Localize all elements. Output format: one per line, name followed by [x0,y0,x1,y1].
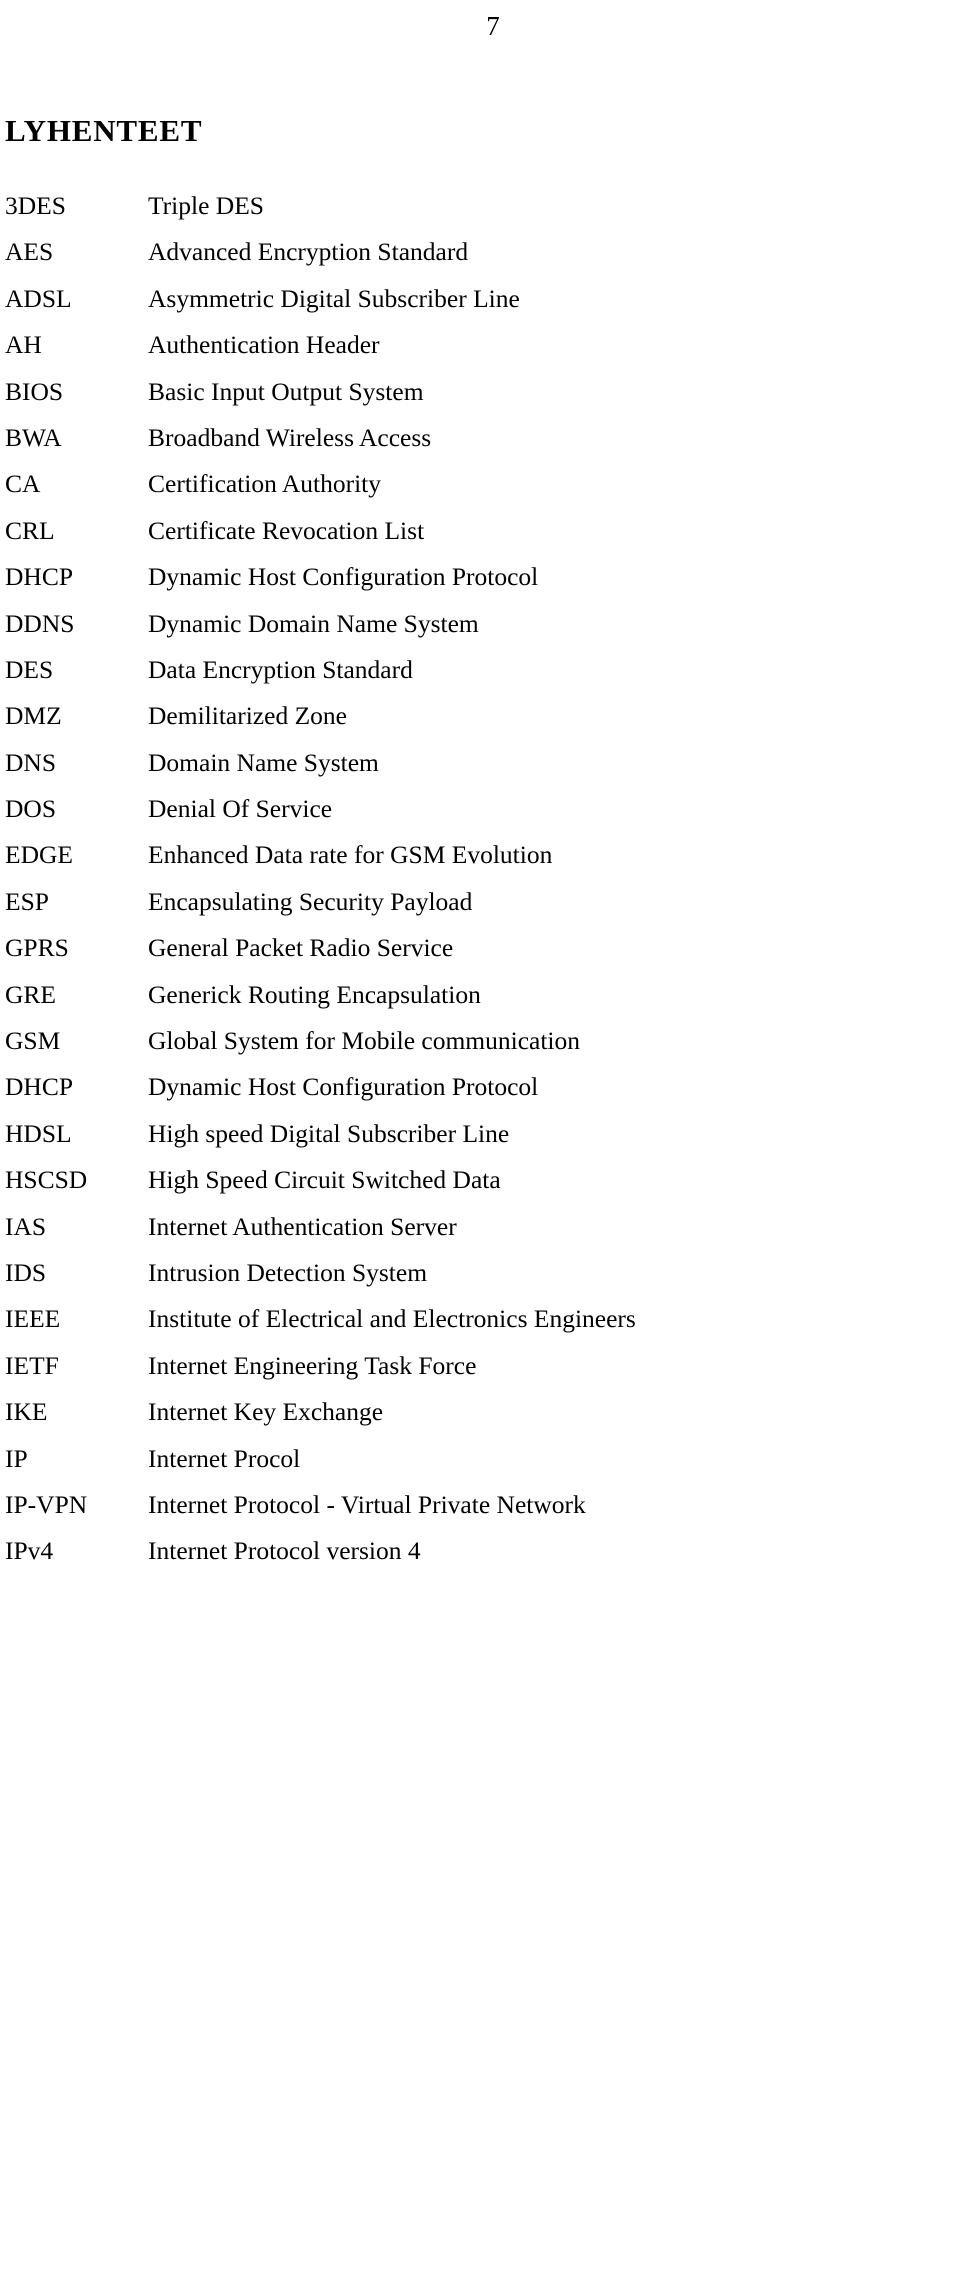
abbreviation-definition: Triple DES [148,191,264,220]
abbreviation-definition: Enhanced Data rate for GSM Evolution [148,840,553,870]
abbreviation-row: IDS Intrusion Detection System [0,1257,960,1303]
abbreviation-row: AES Advanced Encryption Standard [0,236,960,282]
abbreviation-row: DHCP Dynamic Host Configuration Protocol [0,1071,960,1117]
abbreviation-definition: Generick Routing Encapsulation [148,979,481,1009]
abbreviation-row: ADSL Asymmetric Digital Subscriber Line [0,283,960,329]
abbreviation-definition: Internet Protocol - Virtual Private Netw… [148,1489,586,1519]
abbreviation-definition: Domain Name System [148,747,379,777]
abbreviation-term: CRL [5,515,55,545]
abbreviation-definition: Certificate Revocation List [148,515,425,545]
abbreviation-term: IP [5,1443,28,1473]
abbreviation-term: GRE [5,979,56,1009]
abbreviation-term: IEEE [5,1304,61,1334]
abbreviation-row: CRL Certificate Revocation List [0,515,960,561]
abbreviation-list: 3DES Triple DES AES Advanced Encryption Sta… [0,190,960,1582]
abbreviation-definition: Internet Authentication Server [148,1211,457,1241]
abbreviation-row: DNS Domain Name System [0,747,960,793]
abbreviation-row: 3DES Triple DES [0,190,960,236]
abbreviation-row: GRE Generick Routing Encapsulation [0,979,960,1025]
abbreviation-definition: Dynamic Host Configuration Protocol [148,1072,539,1102]
abbreviation-definition: Basic Input Output System [148,376,424,406]
abbreviation-row: IPv4 Internet Protocol version 4 [0,1535,960,1581]
abbreviation-definition: High speed Digital Subscriber Line [148,1118,510,1148]
abbreviation-row: IAS Internet Authentication Server [0,1211,960,1257]
abbreviation-row: DDNS Dynamic Domain Name System [0,608,960,654]
abbreviation-definition: Internet Key Exchange [148,1397,384,1427]
abbreviation-definition: Internet Engineering Task Force [148,1350,477,1380]
abbreviation-definition: Asymmetric Digital Subscriber Line [148,283,520,313]
abbreviation-definition: Institute of Electrical and Electronics … [148,1304,636,1334]
abbreviation-row: DES Data Encryption Standard [0,654,960,700]
abbreviation-row: CA Certification Authority [0,468,960,514]
abbreviation-definition: Authentication Header [148,330,380,360]
abbreviation-term: IETF [5,1350,59,1380]
abbreviation-row: DOS Denial Of Service [0,793,960,839]
abbreviation-term: HSCSD [5,1165,88,1195]
abbreviation-row: BIOS Basic Input Output System [0,376,960,422]
page-number: 7 [486,11,500,41]
abbreviation-term: AH [5,330,42,360]
abbreviation-term: DHCP [5,1072,74,1102]
abbreviation-term: GPRS [5,933,69,963]
abbreviation-term: IAS [5,1211,47,1241]
abbreviation-row: IP-VPN Internet Protocol - Virtual Privat… [0,1489,960,1535]
abbreviation-row: DHCP Dynamic Host Configuration Protocol [0,561,960,607]
abbreviation-row: IP Internet Procol [0,1443,960,1489]
abbreviation-definition: General Packet Radio Service [148,933,454,963]
abbreviation-definition: Internet Protocol version 4 [148,1536,421,1566]
abbreviation-row: HDSL High speed Digital Subscriber Line [0,1118,960,1164]
abbreviation-definition: Internet Procol [148,1443,301,1473]
abbreviation-term: DNS [5,747,57,777]
abbreviation-row: IETF Internet Engineering Task Force [0,1350,960,1396]
abbreviation-definition: Data Encryption Standard [148,654,413,684]
abbreviation-term: DMZ [5,701,62,731]
abbreviation-definition: Denial Of Service [148,794,333,824]
abbreviation-term: IDS [5,1257,47,1287]
page-title: LYHENTEET [5,112,203,148]
abbreviation-row: IKE Internet Key Exchange [0,1396,960,1442]
abbreviation-definition: Dynamic Domain Name System [148,608,479,638]
abbreviation-row: ESP Encapsulating Security Payload [0,886,960,932]
abbreviation-term: DDNS [5,608,75,638]
abbreviation-term: CA [5,469,41,499]
abbreviation-term: 3DES [5,191,66,220]
abbreviation-term: DES [5,654,54,684]
abbreviation-term: BWA [5,422,62,452]
abbreviation-term: ADSL [5,283,72,313]
abbreviation-term: GSM [5,1026,61,1056]
abbreviation-row: AH Authentication Header [0,329,960,375]
abbreviation-row: EDGE Enhanced Data rate for GSM Evolution [0,839,960,885]
abbreviation-term: HDSL [5,1118,72,1148]
abbreviation-term: AES [5,237,54,267]
abbreviation-row: IEEE Institute of Electrical and Electron… [0,1303,960,1349]
abbreviation-definition: Certification Authority [148,469,381,499]
abbreviation-row: GSM Global System for Mobile communicatio… [0,1025,960,1071]
document-page: 7 LYHENTEET 3DES Triple DES AES Advanced En… [0,0,960,2269]
abbreviation-term: IKE [5,1397,48,1427]
abbreviation-definition: Advanced Encryption Standard [148,237,469,267]
abbreviation-row: GPRS General Packet Radio Service [0,932,960,978]
abbreviation-definition: Broadband Wireless Access [148,422,432,452]
abbreviation-definition: Encapsulating Security Payload [148,886,473,916]
abbreviation-term: DHCP [5,562,74,592]
abbreviation-definition: Dynamic Host Configuration Protocol [148,562,539,592]
abbreviation-row: HSCSD High Speed Circuit Switched Data [0,1164,960,1210]
abbreviation-term: ESP [5,886,49,916]
abbreviation-definition: Demilitarized Zone [148,701,347,731]
abbreviation-term: IPv4 [5,1536,54,1566]
abbreviation-row: BWA Broadband Wireless Access [0,422,960,468]
abbreviation-term: IP-VPN [5,1489,88,1519]
abbreviation-definition: Global System for Mobile communication [148,1026,581,1056]
abbreviation-definition: Intrusion Detection System [148,1257,428,1287]
abbreviation-row: DMZ Demilitarized Zone [0,700,960,746]
abbreviation-term: BIOS [5,376,64,406]
abbreviation-definition: High Speed Circuit Switched Data [148,1165,501,1195]
abbreviation-term: EDGE [5,840,73,870]
abbreviation-term: DOS [5,794,57,824]
